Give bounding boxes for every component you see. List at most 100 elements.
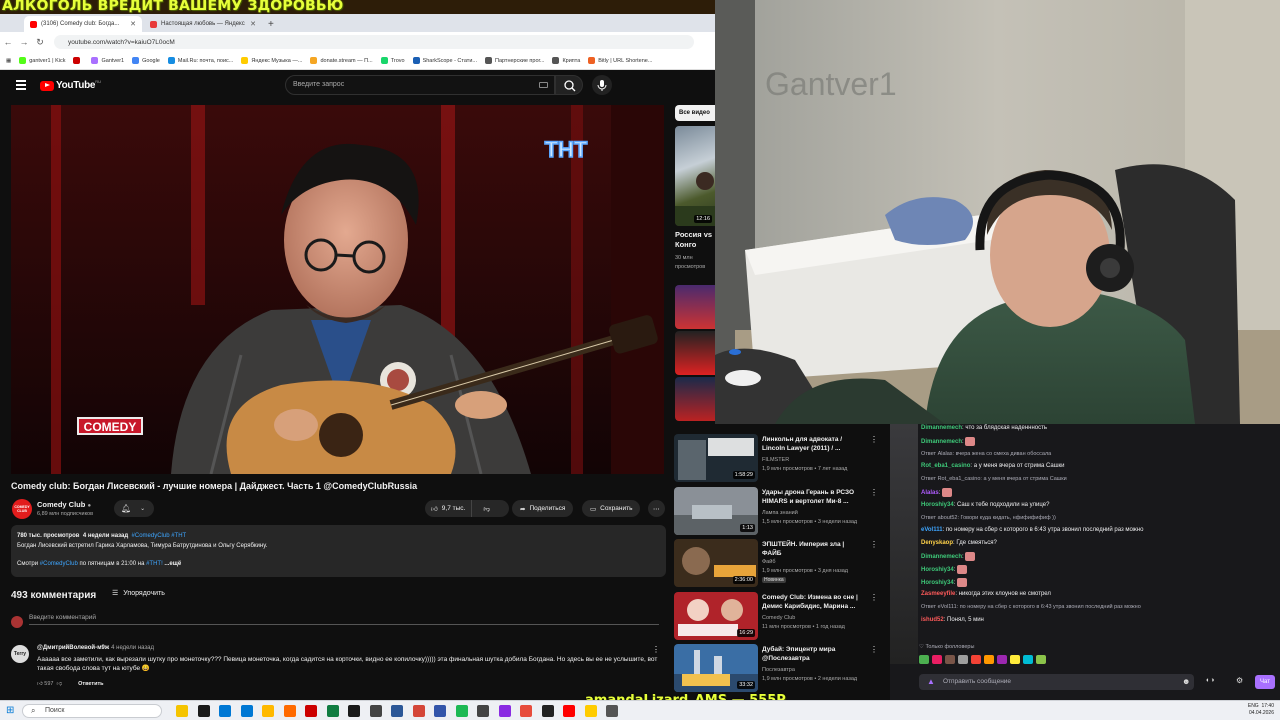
taskbar-app-icon[interactable] [262,705,274,717]
chat-send-button[interactable]: Чат [1255,675,1275,689]
bookmark-yandex-music[interactable]: Яндекс Музыка —... [241,57,302,64]
taskbar-search[interactable]: ⌕ Поиск [22,704,162,718]
reload-icon[interactable]: ↻ [32,37,48,48]
recommended-video[interactable]: 16:29 Comedy Club: Измена во сне | Демис… [674,592,890,644]
more-icon[interactable]: ⋮ [870,594,878,602]
emote-icon[interactable] [932,655,942,664]
commenter-avatar[interactable]: Terry [11,645,29,663]
chat-username[interactable]: Rot_eba1_casino [921,463,970,469]
taskbar-app-icon[interactable] [455,705,468,717]
chat-username[interactable]: Dimannemech [921,554,962,560]
taskbar-app-icon[interactable] [326,705,339,717]
reply-button[interactable]: Ответить [78,681,103,687]
comment-like-button[interactable]: 👍︎ 597 👎︎ [37,681,62,687]
show-more-link[interactable]: ...ещё [164,561,181,567]
forward-icon[interactable]: → [16,37,32,47]
taskbar-app-icon[interactable] [563,705,575,717]
video-description[interactable]: 780 тыс. просмотров 4 недели назад #Come… [11,525,666,577]
chat-username[interactable]: Denyskaop [921,540,953,546]
add-comment-input[interactable]: Введите комментарий [29,614,659,625]
chat-username[interactable]: Alalas [921,490,939,496]
voice-search-button[interactable] [592,75,612,95]
taskbar-app-icon[interactable] [348,705,360,717]
new-tab-button[interactable]: + [264,16,278,32]
taskbar-app-icon[interactable] [283,705,296,717]
close-icon[interactable]: ✕ [250,20,256,28]
sort-comments-button[interactable]: ☰ Упорядочить [112,589,165,598]
taskbar-app-icon[interactable] [541,705,554,717]
emote-icon[interactable] [1023,655,1033,664]
recommended-video[interactable]: 2:36:00 ЭПШТЕЙН. Империя зла | ФАЙБ Файб… [674,539,890,591]
bookmark-donate[interactable]: donate.stream — П... [310,57,373,64]
close-icon[interactable]: ✕ [130,20,136,28]
short-thumbnail[interactable] [675,377,715,421]
system-tray[interactable]: ENG 17:40 04.04.2026 [1248,703,1274,717]
short-thumbnail[interactable] [675,285,715,329]
chat-username[interactable]: ishud52 [921,617,944,623]
taskbar-app-icon[interactable] [391,705,403,717]
search-input[interactable]: Введите запрос [285,75,555,95]
keyboard-icon[interactable] [539,82,548,88]
shorts-strip[interactable] [675,285,715,425]
more-icon[interactable]: ⋮ [870,489,878,497]
taskbar-app-icon[interactable] [240,705,253,717]
taskbar-app-icon[interactable] [369,705,382,717]
chat-username[interactable]: Horoshiy34 [921,502,954,508]
emote-icon[interactable] [984,655,994,664]
share-button[interactable]: ➦ Поделиться [512,500,574,517]
short-thumbnail[interactable] [675,331,715,375]
emote-icon[interactable] [1010,655,1020,664]
emote-icon[interactable] [919,655,929,664]
taskbar-app-icon[interactable] [219,705,231,717]
chat-username[interactable]: Dimannemech [921,439,962,445]
emote-icon[interactable] [997,655,1007,664]
points-icon[interactable]: ◐◑ [1206,677,1214,684]
chat-input[interactable]: Отправить сообщение [919,674,1194,690]
side-video-title[interactable]: Россия vs Конго [675,230,715,250]
search-button[interactable] [555,75,583,95]
bookmark-youtube[interactable] [73,57,83,64]
bookmark-crypto[interactable]: Крипта [552,57,580,64]
more-actions-button[interactable]: ⋯ [648,500,665,517]
hashtag-link[interactable]: #ТНТ! [146,561,163,567]
recommended-video[interactable]: 1:13 Удары дрона Герань в РСЗО HIMARS и … [674,487,890,539]
browser-tab-youtube[interactable]: (3106) Comedy club: Богда... ✕ [24,16,142,32]
chat-username[interactable]: Horoshiy34 [921,580,954,586]
bits-icon[interactable]: ▲ [927,677,935,686]
recommended-video[interactable]: 33:32 Дубай: Эпицентр мира @Послезавтра … [674,644,890,696]
url-field[interactable]: youtube.com/watch?v=kaiuO7L0ocM [54,35,694,49]
bookmark-twitch[interactable]: Gantver1 [91,57,124,64]
taskbar-app-icon[interactable] [606,705,618,717]
emote-icon[interactable] [945,655,955,664]
side-video-thumbnail[interactable]: 12:16 [675,126,715,226]
more-icon[interactable]: ⋮ [870,436,878,444]
recommended-video[interactable]: 1:58:29 Линкольн для адвоката / Lincoln … [674,434,890,486]
more-icon[interactable]: ⋮ [870,646,878,654]
like-button[interactable]: 👍︎ 9,7 тыс. [425,500,473,517]
more-icon[interactable]: ⋮ [870,541,878,549]
taskbar-app-icon[interactable] [197,705,210,717]
emoji-icon[interactable]: ☻ [1182,677,1190,686]
apps-icon[interactable]: ▦ [6,58,11,64]
taskbar-app-icon[interactable] [176,705,188,717]
channel-name[interactable]: Comedy Club ● [37,500,91,509]
bookmark-mail[interactable]: Mail.Ru: почта, поис... [167,57,233,64]
bookmark-kick[interactable]: gantver1 | Kick [19,57,65,64]
dislike-button[interactable]: 👎︎ [476,505,497,513]
chat-username[interactable]: Dimannemech [921,425,962,431]
channel-avatar[interactable]: COMEDY CLUB [12,499,32,519]
chat-username[interactable]: Zasmeeyfile [921,591,955,597]
bookmark-google[interactable]: Google [132,57,160,64]
emote-icon[interactable] [958,655,968,664]
video-player[interactable]: COMEDY ТНТ [11,105,664,474]
taskbar-app-icon[interactable] [305,705,317,717]
bookmark-bitly[interactable]: Bitly | URL Shortene... [588,57,652,64]
browser-tab-yandex[interactable]: Настоящая любовь — Яндекс ✕ [144,16,262,32]
chip-all-videos[interactable]: Все видео [675,105,715,121]
menu-icon[interactable] [16,80,26,92]
taskbar-app-icon[interactable] [520,705,532,717]
taskbar-app-icon[interactable] [477,705,489,717]
youtube-logo[interactable]: YouTube RU [40,79,101,91]
windows-start-icon[interactable]: ⊞ [6,705,14,716]
taskbar-app-icon[interactable] [584,705,597,717]
